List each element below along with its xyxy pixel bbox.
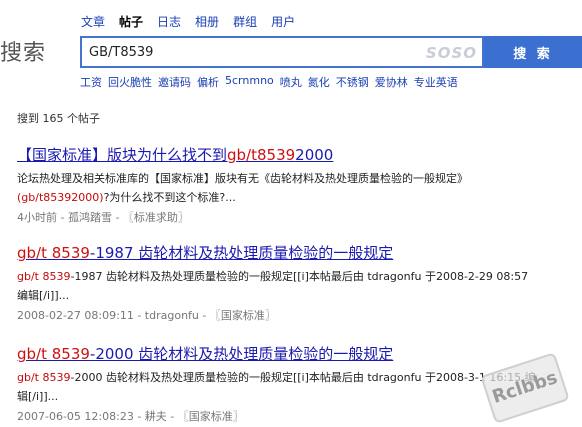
related-link[interactable]: 工资 — [80, 74, 102, 90]
tab-users[interactable]: 用户 — [271, 13, 295, 30]
logo: 搜索 — [0, 41, 47, 66]
search-result: 【国家标准】版块为什么找不到gb/t85392000 论坛热处理及相关标准库的【… — [17, 146, 577, 226]
search-button[interactable]: 搜 索 — [484, 36, 582, 68]
result-snippet: gb/t 8539-1987 齿轮材料及热处理质量检验的一般规定[[i]本帖最后… — [17, 267, 577, 305]
result-title-link[interactable]: gb/t 8539-2000 齿轮材料及热处理质量检验的一般规定 — [17, 345, 577, 363]
search-input[interactable] — [82, 38, 422, 66]
snippet-highlight: gb/t 8539 — [17, 270, 71, 283]
snippet-text: -1987 齿轮材料及热处理质量检验的一般规定[[i]本帖最后由 tdragon… — [70, 270, 529, 283]
title-text: -1987 齿轮材料及热处理质量检验的一般规定 — [89, 244, 394, 262]
snippet-text: 辑[/i]]... — [17, 390, 59, 403]
snippet-text: 编辑[/i]]... — [17, 289, 70, 302]
related-link[interactable]: 不锈钢 — [336, 74, 369, 90]
result-snippet: 论坛热处理及相关标准库的【国家标准】版块有无《齿轮材料及热处理质量检验的一般规定… — [17, 169, 577, 207]
result-count: 搜到 165 个帖子 — [17, 112, 100, 125]
related-link[interactable]: 喷丸 — [280, 74, 302, 90]
related-link[interactable]: 专业英语 — [414, 74, 458, 90]
search-result: gb/t 8539-1987 齿轮材料及热处理质量检验的一般规定 gb/t 85… — [17, 244, 577, 324]
soso-logo: SOSO — [425, 44, 477, 62]
related-link[interactable]: 偏析 — [197, 74, 219, 90]
related-link[interactable]: 爱协林 — [375, 74, 408, 90]
post-time: 2007-06-05 12:08:23 — [17, 410, 134, 423]
tab-posts[interactable]: 帖子 — [119, 13, 143, 30]
result-meta: 4小时前 - 孤鸿踏雪 - 〖标准求助〗 — [17, 211, 189, 224]
title-text: -2000 齿轮材料及热处理质量检验的一般规定 — [89, 345, 394, 363]
related-link[interactable]: 氮化 — [308, 74, 330, 90]
result-meta: 2008-02-27 08:09:11 - tdragonfu - 〖国家标准〗 — [17, 309, 276, 322]
result-title-link[interactable]: gb/t 8539-1987 齿轮材料及热处理质量检验的一般规定 — [17, 244, 577, 262]
title-highlight: gb/t 8539 — [17, 345, 90, 363]
snippet-text: 论坛热处理及相关标准库的【国家标准】版块有无《齿轮材料及热处理质量检验的一般规定… — [17, 172, 468, 185]
search-category-tabs: 文章 帖子 日志 相册 群组 用户 — [81, 13, 309, 30]
tab-articles[interactable]: 文章 — [81, 13, 105, 30]
tab-groups[interactable]: 群组 — [233, 13, 257, 30]
tab-albums[interactable]: 相册 — [195, 13, 219, 30]
post-category[interactable]: 〖标准求助〗 — [123, 211, 189, 224]
related-link[interactable]: 5crnmno — [225, 74, 274, 90]
related-searches: 工资 回火脆性 邀请码 偏析 5crnmno 喷丸 氮化 不锈钢 爱协林 专业英… — [80, 74, 464, 90]
snippet-highlight: (gb/t85392000) — [17, 191, 104, 204]
post-author[interactable]: tdragonfu — [145, 309, 199, 322]
snippet-text: ?为什么找不到这个标准?... — [103, 191, 236, 204]
post-category[interactable]: 〖国家标准〗 — [210, 309, 276, 322]
related-link[interactable]: 邀请码 — [158, 74, 191, 90]
title-text: 【国家标准】版块为什么找不到 — [17, 146, 228, 164]
snippet-highlight: gb/t 8539 — [17, 371, 71, 384]
search-box: SOSO — [80, 36, 484, 68]
title-text: 2000 — [295, 146, 334, 164]
result-title-link[interactable]: 【国家标准】版块为什么找不到gb/t85392000 — [17, 146, 577, 164]
title-highlight: gb/t8539 — [227, 146, 296, 164]
post-time: 4小时前 — [17, 211, 57, 224]
post-time: 2008-02-27 08:09:11 — [17, 309, 134, 322]
snippet-text: -2000 齿轮材料及热处理质量检验的一般规定[[i]本帖最后由 tdragon… — [70, 371, 536, 384]
post-category[interactable]: 〖国家标准〗 — [178, 410, 244, 423]
related-link[interactable]: 回火脆性 — [108, 74, 152, 90]
post-author[interactable]: 耕夫 — [145, 410, 167, 423]
tab-blogs[interactable]: 日志 — [157, 13, 181, 30]
title-highlight: gb/t 8539 — [17, 244, 90, 262]
post-author[interactable]: 孤鸿踏雪 — [68, 211, 112, 224]
